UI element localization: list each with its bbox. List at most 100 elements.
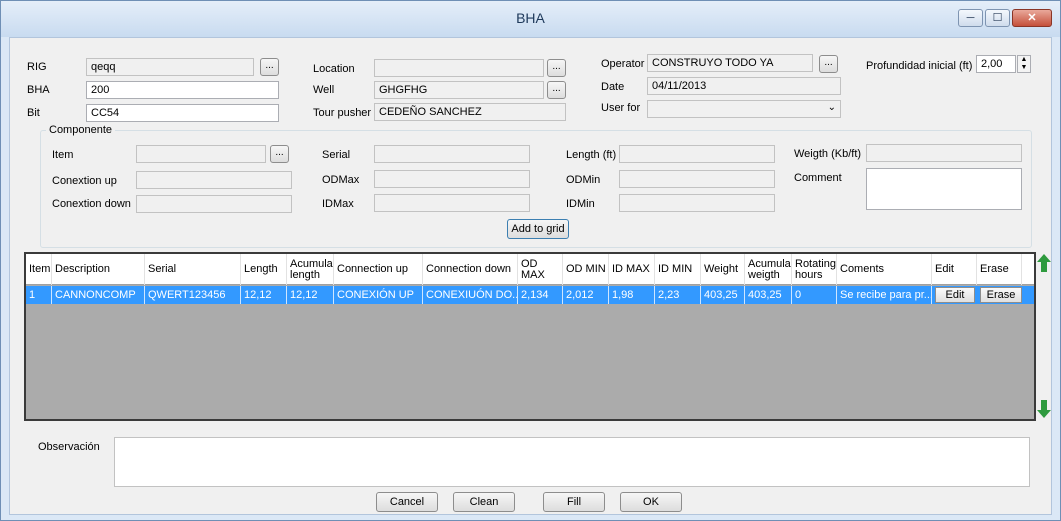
rig-browse-button[interactable]: ... <box>260 58 279 76</box>
location-label: Location <box>313 63 355 75</box>
conexion-down-label: Conextion down <box>52 198 131 210</box>
rig-field[interactable]: qeqq <box>86 58 254 76</box>
cell-od-max[interactable]: 2,134 <box>518 286 563 304</box>
odmax-field[interactable] <box>374 170 530 188</box>
weight-field[interactable] <box>866 144 1022 162</box>
idmin-field[interactable] <box>619 194 775 212</box>
profundidad-field[interactable]: 2,00 <box>976 55 1016 73</box>
cell-coments[interactable]: Se recibe para pr... <box>837 286 932 304</box>
clean-button[interactable]: Clean <box>453 492 515 512</box>
well-field[interactable]: GHGFHG <box>374 81 544 99</box>
well-label: Well <box>313 84 335 96</box>
close-button[interactable]: ✕ <box>1012 9 1052 27</box>
green-down-arrow-icon[interactable] <box>1037 400 1051 418</box>
ok-button[interactable]: OK <box>620 492 682 512</box>
idmax-label: IDMax <box>322 198 354 210</box>
tour-pusher-field[interactable]: CEDEÑO SANCHEZ <box>374 103 566 121</box>
bha-grid[interactable]: Item Description Serial Length Acumula l… <box>24 252 1036 421</box>
col-header-acumula-length[interactable]: Acumula length <box>287 254 334 285</box>
col-header-description[interactable]: Description <box>52 254 145 285</box>
comment-field[interactable] <box>866 168 1022 210</box>
col-header-acumula-weigth[interactable]: Acumula weigth <box>745 254 792 285</box>
date-field[interactable]: 04/11/2013 <box>647 77 841 95</box>
col-header-erase[interactable]: Erase <box>977 254 1022 285</box>
bit-label: Bit <box>27 107 40 119</box>
grid-header-row: Item Description Serial Length Acumula l… <box>26 254 1034 285</box>
fill-button[interactable]: Fill <box>543 492 605 512</box>
user-for-select[interactable]: ⌄ <box>647 100 841 118</box>
bha-window: BHA ─ ☐ ✕ RIG qeqq ... BHA 200 Bit CC54 … <box>0 0 1061 521</box>
col-header-id-min[interactable]: ID MIN <box>655 254 701 285</box>
cell-od-min[interactable]: 2,012 <box>563 286 609 304</box>
cell-connection-down[interactable]: CONEXIUÓN DO... <box>423 286 518 304</box>
cell-acumula-length[interactable]: 12,12 <box>287 286 334 304</box>
cell-id-max[interactable]: 1,98 <box>609 286 655 304</box>
cancel-button[interactable]: Cancel <box>376 492 438 512</box>
tour-pusher-label: Tour pusher <box>313 107 372 119</box>
observacion-field[interactable] <box>114 437 1030 487</box>
odmax-label: ODMax <box>322 174 360 186</box>
cell-weight[interactable]: 403,25 <box>701 286 745 304</box>
componente-title: Componente <box>46 124 115 136</box>
operator-field[interactable]: CONSTRUYO TODO YA <box>647 54 813 72</box>
length-label: Length (ft) <box>566 149 617 161</box>
col-header-length[interactable]: Length <box>241 254 287 285</box>
user-for-label: User for <box>601 102 641 114</box>
col-header-item[interactable]: Item <box>26 254 52 285</box>
item-label: Item <box>52 149 74 161</box>
cell-length[interactable]: 12,12 <box>241 286 287 304</box>
spinner-arrows-icon[interactable]: ▲ ▼ <box>1017 55 1031 73</box>
idmax-field[interactable] <box>374 194 530 212</box>
col-header-connection-down[interactable]: Connection down <box>423 254 518 285</box>
odmin-label: ODMin <box>566 174 601 186</box>
col-header-coments[interactable]: Coments <box>837 254 932 285</box>
length-field[interactable] <box>619 145 775 163</box>
cell-rotating-hours[interactable]: 0 <box>792 286 837 304</box>
date-label: Date <box>601 81 625 93</box>
col-header-id-max[interactable]: ID MAX <box>609 254 655 285</box>
title-bar: BHA ─ ☐ ✕ <box>1 1 1060 37</box>
green-up-arrow-icon[interactable] <box>1037 254 1051 272</box>
col-header-connection-up[interactable]: Connection up <box>334 254 423 285</box>
minimize-button[interactable]: ─ <box>958 9 983 27</box>
col-header-serial[interactable]: Serial <box>145 254 241 285</box>
odmin-field[interactable] <box>619 170 775 188</box>
add-to-grid-button[interactable]: Add to grid <box>507 219 569 239</box>
table-row[interactable]: 1 CANNONCOMP QWERT123456 12,12 12,12 CON… <box>26 286 1034 304</box>
observacion-label: Observación <box>38 441 100 453</box>
col-header-rotating-hours[interactable]: Rotating hours <box>792 254 837 285</box>
form-body: RIG qeqq ... BHA 200 Bit CC54 Location .… <box>9 37 1052 515</box>
bha-label: BHA <box>27 84 50 96</box>
conexion-down-field[interactable] <box>136 195 292 213</box>
item-field[interactable] <box>136 145 266 163</box>
serial-label: Serial <box>322 149 351 161</box>
operator-browse-button[interactable]: ... <box>819 55 838 73</box>
location-field[interactable] <box>374 59 544 77</box>
bit-field[interactable]: CC54 <box>86 104 279 122</box>
cell-item[interactable]: 1 <box>26 286 52 304</box>
weight-label: Weigth (Kb/ft) <box>794 148 862 160</box>
chevron-down-icon: ⌄ <box>827 102 836 113</box>
cell-connection-up[interactable]: CONEXIÓN UP <box>334 286 423 304</box>
location-browse-button[interactable]: ... <box>547 59 566 77</box>
conexion-up-field[interactable] <box>136 171 292 189</box>
cell-acumula-weigth[interactable]: 403,25 <box>745 286 792 304</box>
conexion-up-label: Conextion up <box>52 175 117 187</box>
idmin-label: IDMin <box>566 198 595 210</box>
cell-serial[interactable]: QWERT123456 <box>145 286 241 304</box>
bha-field[interactable]: 200 <box>86 81 279 99</box>
item-browse-button[interactable]: ... <box>270 145 289 163</box>
well-browse-button[interactable]: ... <box>547 81 566 99</box>
cell-id-min[interactable]: 2,23 <box>655 286 701 304</box>
serial-field[interactable] <box>374 145 530 163</box>
maximize-button[interactable]: ☐ <box>985 9 1010 27</box>
cell-description[interactable]: CANNONCOMP <box>52 286 145 304</box>
rig-label: RIG <box>27 61 47 73</box>
col-header-od-max[interactable]: OD MAX <box>518 254 563 285</box>
edit-row-button[interactable]: Edit <box>935 287 975 303</box>
erase-row-button[interactable]: Erase <box>980 287 1022 303</box>
operator-label: Operator <box>601 58 645 70</box>
col-header-edit[interactable]: Edit <box>932 254 977 285</box>
col-header-weight[interactable]: Weight <box>701 254 745 285</box>
col-header-od-min[interactable]: OD MIN <box>563 254 609 285</box>
